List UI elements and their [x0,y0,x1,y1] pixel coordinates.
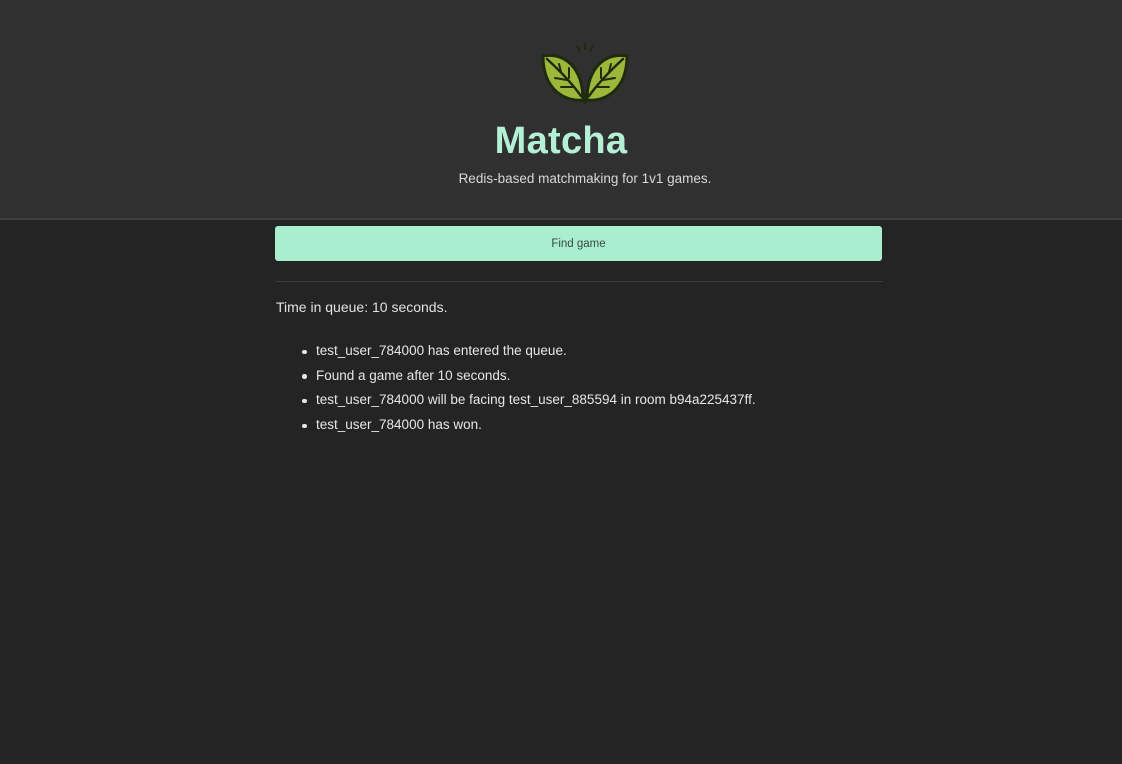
event-log: test_user_784000 has entered the queue. … [276,339,756,438]
log-item: test_user_784000 has entered the queue. [276,339,756,364]
app-subtitle: Redis-based matchmaking for 1v1 games. [458,171,712,186]
find-game-button[interactable]: Find game [275,226,882,261]
app-title: Matcha [494,120,628,162]
log-item: Found a game after 10 seconds. [276,364,756,389]
tea-leaves-icon [541,42,629,105]
header: Matcha Redis-based matchmaking for 1v1 g… [0,0,1122,220]
log-item: test_user_784000 has won. [276,413,756,438]
queue-status: Time in queue: 10 seconds. [276,299,448,315]
log-item: test_user_784000 will be facing test_use… [276,388,756,413]
divider [276,281,883,282]
